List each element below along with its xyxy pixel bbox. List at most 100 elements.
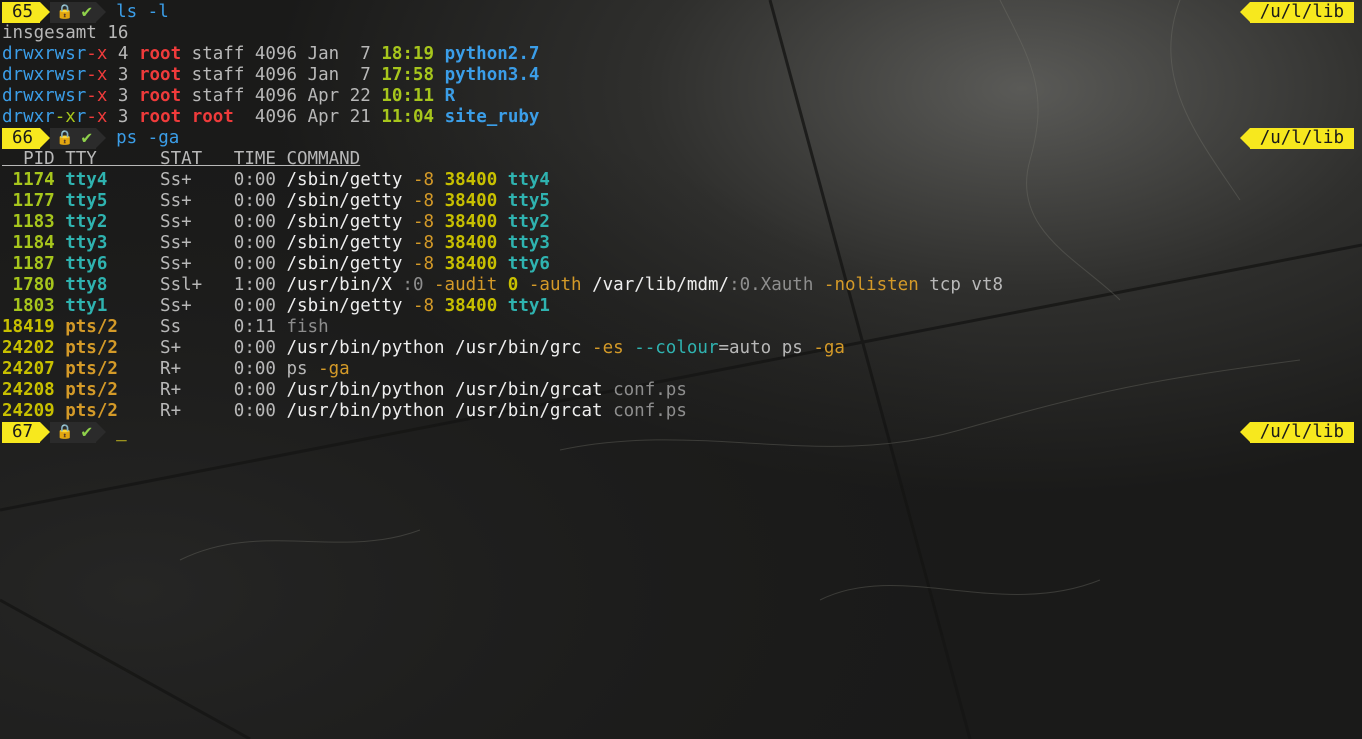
output-line: 1780 tty8 Ssl+ 1:00 /usr/bin/X :0 -audit… xyxy=(2,275,1362,296)
output-token: /var/lib/mdm/ xyxy=(581,275,730,295)
current-directory: /u/l/lib xyxy=(1249,128,1354,149)
output-token xyxy=(434,191,445,211)
output-token: root xyxy=(138,86,182,106)
output-token: pts/2 xyxy=(65,317,118,337)
output-token xyxy=(497,233,508,253)
output-token: Ss+ 0:00 xyxy=(107,212,287,232)
prompt-path-segment: /u/l/lib xyxy=(1239,2,1354,23)
output-token xyxy=(181,107,192,127)
output-token: 38400 xyxy=(444,254,498,274)
output-token: tty5 xyxy=(507,191,550,211)
output-token xyxy=(497,212,508,232)
output-token: 4 xyxy=(107,44,139,64)
prompt-command[interactable]: ps -ga xyxy=(106,128,179,149)
check-icon: ✔ xyxy=(81,128,93,148)
terminal[interactable]: 65 🔒 ✔ ls -l/u/l/lib insgesamt 16 drwxrwsr-x … xyxy=(2,2,1362,443)
output-token: 1183 xyxy=(2,212,66,232)
output-token: tty2 xyxy=(65,212,108,232)
output-token: conf.ps xyxy=(613,401,687,421)
command-token: ls xyxy=(116,2,138,22)
prompt-path-segment: /u/l/lib xyxy=(1239,128,1354,149)
prompt-separator xyxy=(1239,128,1250,148)
prompt-number: 66 xyxy=(2,128,41,149)
output-token: Ss+ 0:00 xyxy=(107,296,287,316)
output-token: 1187 xyxy=(2,254,66,274)
output-token: 3 xyxy=(107,107,139,127)
output-token: drwxrwsr xyxy=(2,65,87,85)
output-token: fish xyxy=(286,317,329,337)
output-token: Ss+ 0:00 xyxy=(107,191,287,211)
output-token: /sbin/getty xyxy=(286,296,413,316)
current-directory: /u/l/lib xyxy=(1249,422,1354,443)
output-token: staff 4096 Jan 7 xyxy=(181,44,382,64)
output-line: 1187 tty6 Ss+ 0:00 /sbin/getty -8 38400 … xyxy=(2,254,1362,275)
prompt-separator xyxy=(40,422,51,442)
current-directory: /u/l/lib xyxy=(1249,2,1354,23)
prompt-command[interactable]: ls -l xyxy=(106,2,169,23)
output-token: drwxrwsr xyxy=(2,86,87,106)
output-line: drwxrwsr-x 3 root staff 4096 Jan 7 17:58… xyxy=(2,65,1362,86)
output-token: /sbin/getty xyxy=(286,212,413,232)
output-token: PID TTY STAT TIME COMMAND xyxy=(2,149,361,169)
output-token: tty4 xyxy=(507,170,550,190)
output-token: tty3 xyxy=(65,233,108,253)
output-line: 1183 tty2 Ss+ 0:00 /sbin/getty -8 38400 … xyxy=(2,212,1362,233)
prompt-line: 65 🔒 ✔ ls -l/u/l/lib xyxy=(2,2,1362,23)
output-line: drwxrwsr-x 3 root staff 4096 Apr 22 10:1… xyxy=(2,86,1362,107)
output-token: root xyxy=(138,65,182,85)
output-token: tty6 xyxy=(65,254,108,274)
output-token: staff 4096 Apr 22 xyxy=(181,86,382,106)
output-token: /sbin/getty xyxy=(286,191,413,211)
prompt-line: 67 🔒 ✔ _/u/l/lib xyxy=(2,422,1362,443)
output-token: R+ 0:00 xyxy=(117,380,287,400)
output-token xyxy=(434,107,445,127)
output-token: tty1 xyxy=(65,296,108,316)
output-line: 1177 tty5 Ss+ 0:00 /sbin/getty -8 38400 … xyxy=(2,191,1362,212)
output-token: pts/2 xyxy=(65,380,118,400)
output-token: 3 xyxy=(107,86,139,106)
output-token: /sbin/getty xyxy=(286,170,413,190)
output-line: 1174 tty4 Ss+ 0:00 /sbin/getty -8 38400 … xyxy=(2,170,1362,191)
output-token: =auto ps xyxy=(718,338,814,358)
prompt-separator xyxy=(1239,422,1250,442)
output-token xyxy=(497,296,508,316)
output-token: /usr/bin/X xyxy=(286,275,403,295)
prompt-separator xyxy=(1239,2,1250,22)
output-token: root xyxy=(138,44,182,64)
output-token: Ss+ 0:00 xyxy=(107,254,287,274)
prompt-separator xyxy=(40,2,51,22)
output-token xyxy=(497,191,508,211)
output-token: -x xyxy=(86,107,108,127)
output-token xyxy=(434,233,445,253)
output-token xyxy=(434,170,445,190)
prompt-separator xyxy=(96,422,107,442)
output-token: Ss+ 0:00 xyxy=(107,233,287,253)
output-token: tty8 xyxy=(65,275,108,295)
prompt-line: 66 🔒 ✔ ps -ga/u/l/lib xyxy=(2,128,1362,149)
prompt-command[interactable]: _ xyxy=(106,422,127,443)
output-line: 1803 tty1 Ss+ 0:00 /sbin/getty -8 38400 … xyxy=(2,296,1362,317)
output-token: 38400 xyxy=(444,170,498,190)
output-token: S+ 0:00 xyxy=(117,338,287,358)
output-token xyxy=(518,275,529,295)
command-token: -l xyxy=(137,2,169,22)
output-token: drwxrwsr xyxy=(2,44,87,64)
output-token: tty4 xyxy=(65,170,108,190)
lock-icon: 🔒 xyxy=(56,4,74,20)
output-token: tty2 xyxy=(507,212,550,232)
output-token: R+ 0:00 xyxy=(117,359,287,379)
output-token: 11:04 xyxy=(381,107,435,127)
output-token: 17:58 xyxy=(381,65,435,85)
prompt-path-segment: /u/l/lib xyxy=(1239,422,1354,443)
output-token xyxy=(434,296,445,316)
output-token: pts/2 xyxy=(65,401,118,421)
output-token: 38400 xyxy=(444,233,498,253)
output-token: -auth xyxy=(528,275,582,295)
output-token: 18:19 xyxy=(381,44,435,64)
output-token: -8 xyxy=(412,233,435,253)
output-token: 38400 xyxy=(444,212,498,232)
output-token: -x xyxy=(86,44,108,64)
output-token: /sbin/getty xyxy=(286,254,413,274)
output-token: tty5 xyxy=(65,191,108,211)
output-token: 24208 xyxy=(2,380,66,400)
